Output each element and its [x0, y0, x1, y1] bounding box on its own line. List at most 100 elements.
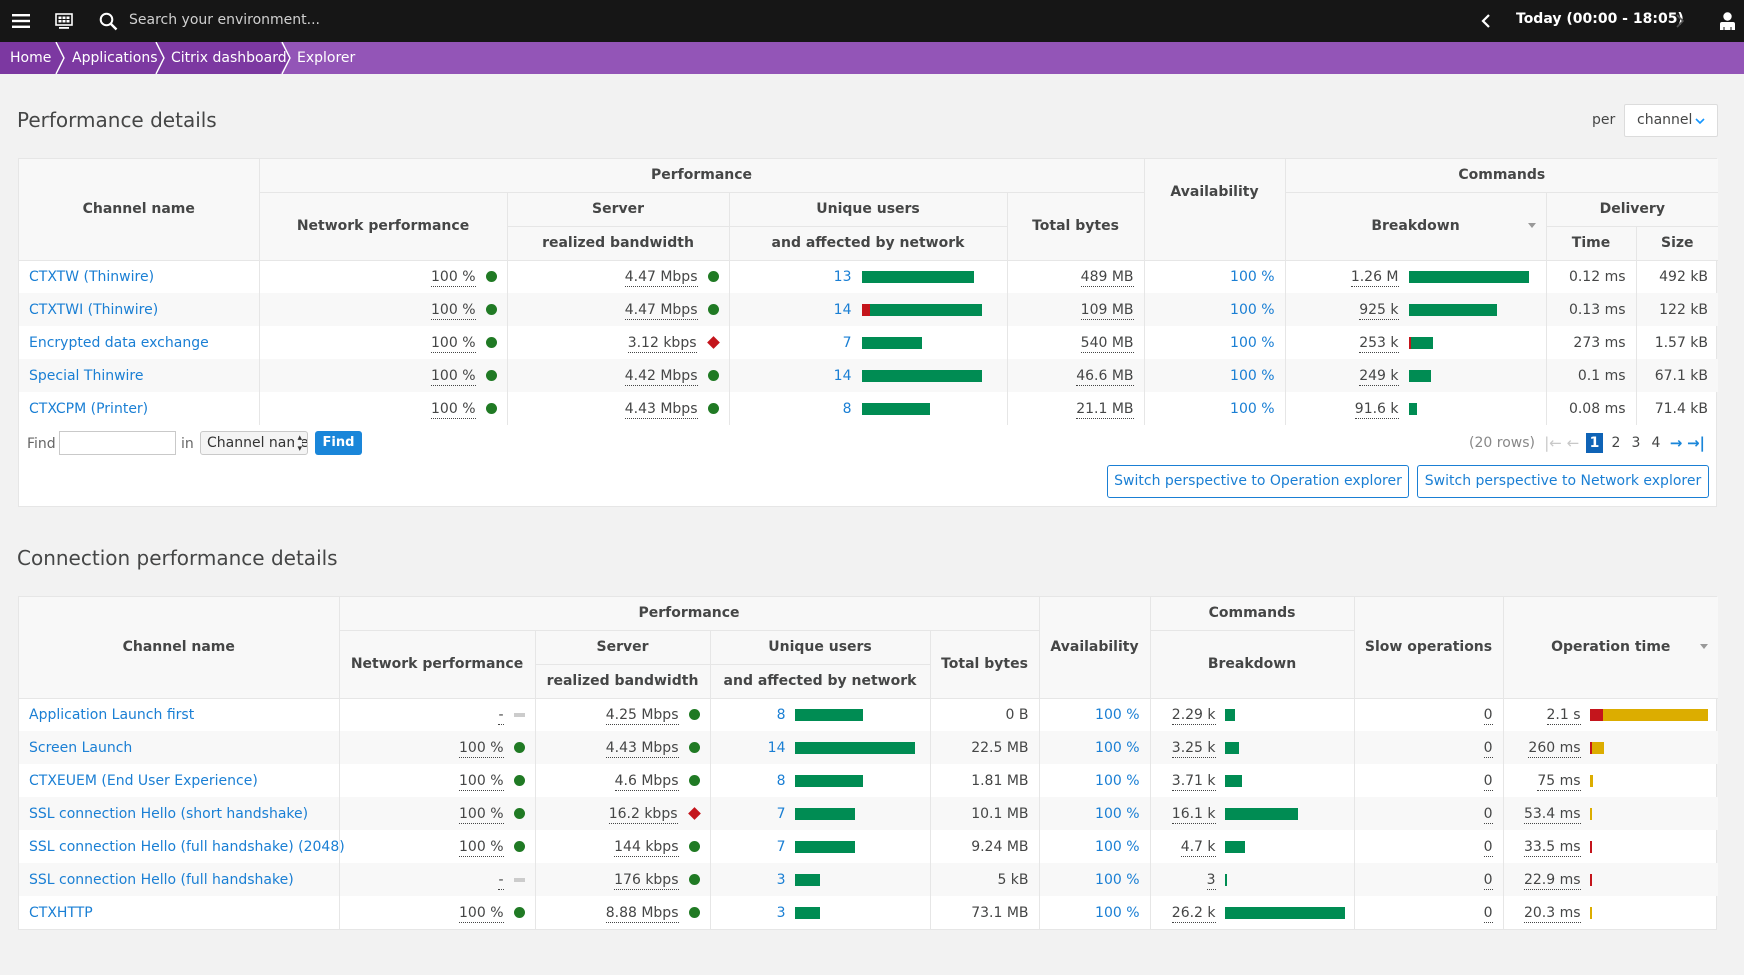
col-network-performance[interactable]: Network performance [339, 630, 536, 699]
total-bytes-value[interactable]: 46.6 MB [1076, 367, 1134, 386]
chevron-left-icon[interactable] [1476, 0, 1496, 42]
availability-value[interactable]: 100 % [1095, 773, 1139, 789]
commands-value[interactable]: 249 k [1359, 367, 1399, 386]
page-3[interactable]: 3 [1626, 435, 1646, 451]
bandwidth-value[interactable]: 4.47 Mbps [624, 268, 698, 287]
operation-time-value[interactable]: 2.1 s [1546, 706, 1581, 725]
network-performance-value[interactable]: 100 % [431, 334, 476, 353]
availability-value[interactable]: 100 % [1230, 368, 1274, 384]
search-input[interactable]: Search your environment... [129, 12, 320, 28]
col-delivery-size[interactable]: Size [1635, 226, 1719, 261]
commands-value[interactable]: 253 k [1359, 334, 1399, 353]
search-icon[interactable] [97, 0, 119, 42]
per-dropdown[interactable]: channel [1624, 104, 1718, 137]
unique-users-value[interactable]: 14 [730, 302, 862, 318]
total-bytes-value[interactable]: 21.1 MB [1076, 400, 1134, 419]
hamburger-icon[interactable] [10, 0, 32, 42]
bandwidth-value[interactable]: 4.47 Mbps [624, 301, 698, 320]
slow-operations-value[interactable]: 0 [1483, 772, 1493, 791]
availability-value[interactable]: 100 % [1095, 872, 1139, 888]
channel-link[interactable]: Screen Launch [29, 740, 132, 756]
unique-users-value[interactable]: 14 [730, 368, 862, 384]
find-input[interactable] [59, 431, 176, 455]
channel-link[interactable]: Application Launch first [29, 707, 194, 723]
commands-value[interactable]: 3 [1206, 871, 1216, 890]
network-performance-value[interactable]: 100 % [431, 400, 476, 419]
switch-operation-explorer-button[interactable]: Switch perspective to Operation explorer [1107, 465, 1409, 498]
channel-link[interactable]: CTXTW (Thinwire) [29, 269, 154, 285]
bandwidth-value[interactable]: 4.25 Mbps [605, 706, 679, 725]
breadcrumb-home[interactable]: Home [0, 42, 51, 74]
total-bytes-value[interactable]: 540 MB [1080, 334, 1134, 353]
slow-operations-value[interactable]: 0 [1483, 739, 1493, 758]
network-performance-value[interactable]: 100 % [431, 367, 476, 386]
availability-value[interactable]: 100 % [1230, 302, 1274, 318]
breadcrumb-citrix-dashboard[interactable]: Citrix dashboard [161, 42, 287, 74]
page-4[interactable]: 4 [1646, 435, 1666, 451]
network-performance-value[interactable]: 100 % [431, 268, 476, 287]
availability-value[interactable]: 100 % [1095, 806, 1139, 822]
col-server[interactable]: Server [534, 630, 711, 665]
commands-value[interactable]: 4.7 k [1180, 838, 1216, 857]
unique-users-value[interactable]: 8 [711, 707, 795, 723]
network-performance-value[interactable]: 100 % [431, 301, 476, 320]
slow-operations-value[interactable]: 0 [1483, 871, 1493, 890]
unique-users-value[interactable]: 7 [711, 806, 795, 822]
dashboard-grid-icon[interactable] [53, 0, 75, 42]
operation-time-value[interactable]: 53.4 ms [1523, 805, 1581, 824]
network-performance-value[interactable]: 100 % [459, 739, 504, 758]
unique-users-value[interactable]: 3 [711, 872, 795, 888]
switch-network-explorer-button[interactable]: Switch perspective to Network explorer [1417, 465, 1709, 498]
unique-users-value[interactable]: 7 [730, 335, 862, 351]
bandwidth-value[interactable]: 4.6 Mbps [614, 772, 679, 791]
total-bytes-value[interactable]: 109 MB [1080, 301, 1134, 320]
unique-users-value[interactable]: 14 [711, 740, 795, 756]
network-performance-value[interactable]: 100 % [459, 838, 504, 857]
col-availability[interactable]: Availability [1038, 597, 1151, 699]
breadcrumb-applications[interactable]: Applications [62, 42, 158, 74]
commands-value[interactable]: 91.6 k [1354, 400, 1399, 419]
operation-time-value[interactable]: 33.5 ms [1523, 838, 1581, 857]
channel-link[interactable]: CTXTWI (Thinwire) [29, 302, 158, 318]
commands-value[interactable]: 3.25 k [1171, 739, 1216, 758]
channel-link[interactable]: Special Thinwire [29, 368, 143, 384]
commands-value[interactable]: 1.26 M [1350, 268, 1399, 287]
network-performance-value[interactable]: - [498, 706, 504, 725]
col-breakdown[interactable]: Breakdown [1149, 630, 1355, 699]
channel-link[interactable]: CTXCPM (Printer) [29, 401, 148, 417]
bandwidth-value[interactable]: 144 kbps [614, 838, 679, 857]
operation-time-value[interactable]: 20.3 ms [1523, 904, 1581, 923]
timeframe-selector[interactable]: Today (00:00 - 18:05) [1516, 11, 1684, 27]
total-bytes-value[interactable]: 489 MB [1080, 268, 1134, 287]
last-page-icon[interactable]: →| [1686, 434, 1706, 452]
col-total-bytes[interactable]: Total bytes [1006, 192, 1145, 261]
slow-operations-value[interactable]: 0 [1483, 904, 1493, 923]
col-network-performance[interactable]: Network performance [259, 192, 508, 261]
find-field-select[interactable]: Channel name ▴ ▾ [200, 431, 308, 455]
col-channel-name[interactable]: Channel name [19, 159, 260, 261]
user-icon[interactable] [1716, 0, 1738, 42]
availability-value[interactable]: 100 % [1095, 707, 1139, 723]
next-page-icon[interactable]: → [1666, 434, 1686, 452]
col-unique-users[interactable]: Unique users [728, 192, 1008, 227]
page-1[interactable]: 1 [1586, 433, 1603, 453]
col-server[interactable]: Server [506, 192, 730, 227]
operation-time-value[interactable]: 75 ms [1537, 772, 1581, 791]
col-availability[interactable]: Availability [1143, 159, 1286, 261]
channel-link[interactable]: SSL connection Hello (full handshake) [29, 872, 294, 888]
availability-value[interactable]: 100 % [1230, 401, 1274, 417]
availability-value[interactable]: 100 % [1095, 839, 1139, 855]
bandwidth-value[interactable]: 4.42 Mbps [624, 367, 698, 386]
slow-operations-value[interactable]: 0 [1483, 805, 1493, 824]
availability-value[interactable]: 100 % [1230, 335, 1274, 351]
channel-link[interactable]: Encrypted data exchange [29, 335, 209, 351]
unique-users-value[interactable]: 13 [730, 269, 862, 285]
availability-value[interactable]: 100 % [1230, 269, 1274, 285]
bandwidth-value[interactable]: 8.88 Mbps [605, 904, 679, 923]
network-performance-value[interactable]: 100 % [459, 772, 504, 791]
commands-value[interactable]: 26.2 k [1171, 904, 1216, 923]
network-performance-value[interactable]: - [498, 871, 504, 890]
channel-link[interactable]: CTXEUEM (End User Experience) [29, 773, 258, 789]
channel-link[interactable]: CTXHTTP [29, 905, 93, 921]
commands-value[interactable]: 2.29 k [1171, 706, 1216, 725]
